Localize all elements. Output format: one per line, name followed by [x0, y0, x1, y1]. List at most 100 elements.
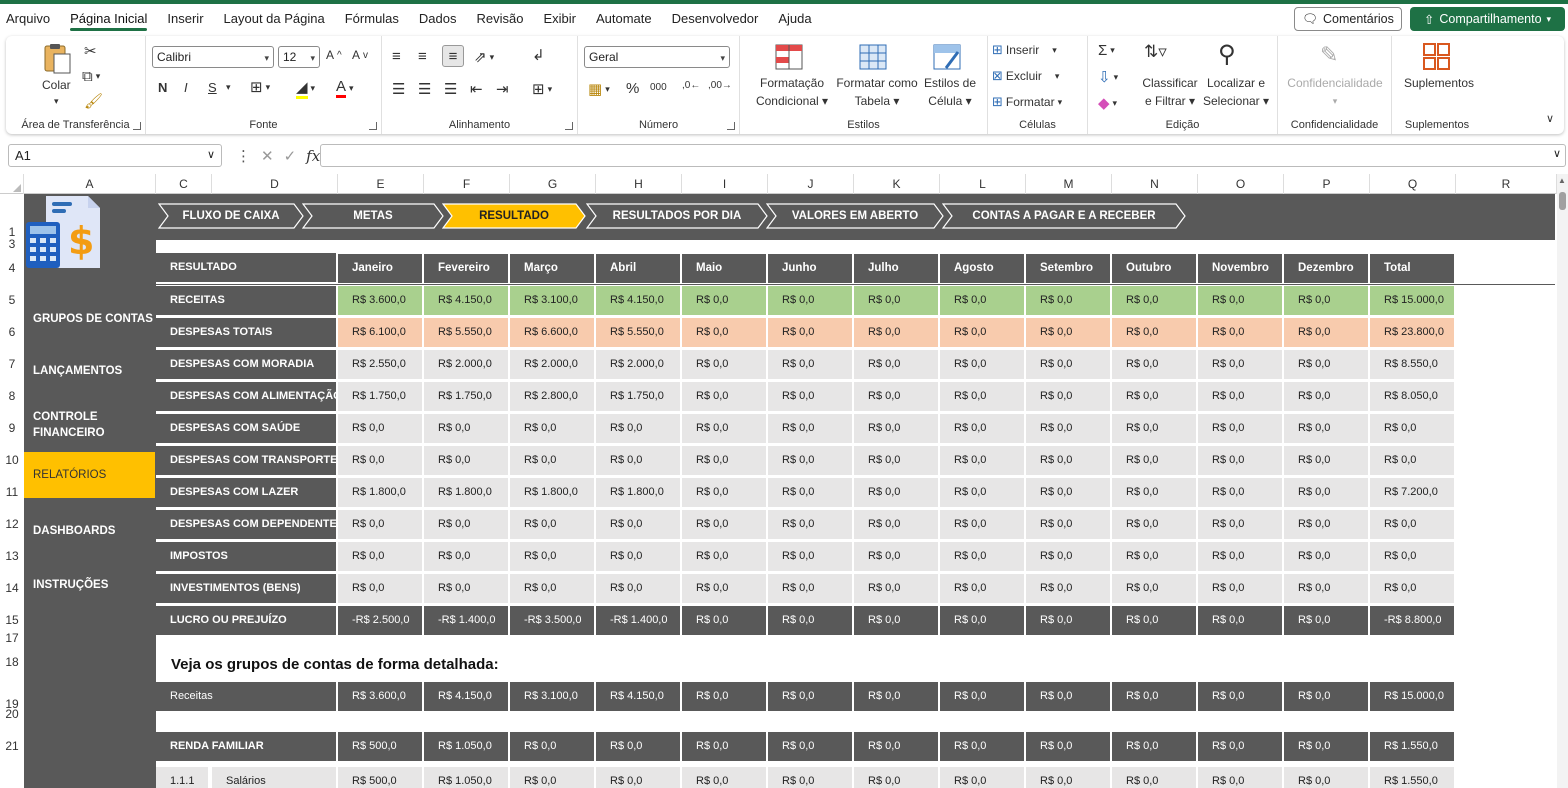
column-header-o[interactable]: O — [1198, 174, 1284, 194]
table-cell[interactable]: R$ 0,0 — [940, 446, 1024, 475]
format-painter-icon[interactable]: 🖌 — [84, 92, 103, 110]
fill-color-icon[interactable]: ◢ ▾ — [296, 78, 315, 99]
table-cell[interactable]: R$ 0,0 — [682, 574, 766, 603]
menu-item-8[interactable]: Automate — [586, 4, 662, 34]
currency-icon[interactable]: ▦ ▾ — [588, 80, 610, 98]
table-cell[interactable]: R$ 0,0 — [424, 574, 508, 603]
table-cell[interactable]: -R$ 1.400,0 — [424, 606, 508, 635]
table-cell[interactable]: R$ 0,0 — [424, 510, 508, 539]
table-cell[interactable]: R$ 0,0 — [1284, 446, 1368, 475]
table-cell[interactable]: R$ 0,0 — [940, 606, 1024, 635]
table-cell[interactable]: R$ 0,0 — [1112, 350, 1196, 379]
table-cell[interactable]: R$ 0,0 — [768, 382, 852, 411]
table-cell[interactable]: R$ 0,0 — [682, 382, 766, 411]
detail-cell[interactable]: R$ 500,0 — [338, 732, 422, 761]
detail-cell[interactable]: R$ 1.550,0 — [1370, 767, 1454, 788]
detail-cell[interactable]: R$ 0,0 — [1026, 732, 1110, 761]
table-cell[interactable]: R$ 0,0 — [682, 318, 766, 347]
delete-cells-button[interactable]: ⊠ Excluir ▾ — [992, 68, 1059, 84]
detail-cell[interactable]: R$ 0,0 — [596, 732, 680, 761]
table-cell[interactable]: R$ 0,0 — [1112, 542, 1196, 571]
row-header-5[interactable]: 5 — [0, 292, 24, 308]
table-cell[interactable]: R$ 7.200,0 — [1370, 478, 1454, 507]
detail-cell[interactable]: R$ 0,0 — [940, 767, 1024, 788]
thousands-icon[interactable]: 000 — [650, 82, 667, 93]
table-cell[interactable]: R$ 0,0 — [854, 318, 938, 347]
row-header-15[interactable]: 15 — [0, 612, 24, 628]
table-cell[interactable]: -R$ 8.800,0 — [1370, 606, 1454, 635]
detail-cell[interactable]: R$ 0,0 — [1112, 732, 1196, 761]
detail-cell[interactable]: R$ 0,0 — [854, 767, 938, 788]
menu-item-7[interactable]: Exibir — [533, 4, 586, 34]
table-cell[interactable]: R$ 0,0 — [768, 574, 852, 603]
nav-tab-3[interactable]: RESULTADOS POR DIA — [586, 203, 768, 229]
table-cell[interactable]: R$ 0,0 — [768, 350, 852, 379]
table-cell[interactable]: R$ 0,0 — [1370, 510, 1454, 539]
collapse-ribbon-icon[interactable]: ∨ — [1546, 112, 1554, 125]
menu-item-6[interactable]: Revisão — [467, 4, 534, 34]
detail-cell[interactable]: R$ 0,0 — [596, 767, 680, 788]
table-cell[interactable]: R$ 0,0 — [338, 446, 422, 475]
menu-item-10[interactable]: Ajuda — [768, 4, 821, 34]
scroll-up-icon[interactable]: ▲ — [1558, 176, 1566, 185]
nav-tab-5[interactable]: CONTAS A PAGAR E A RECEBER — [942, 203, 1186, 229]
nav-tab-1[interactable]: METAS — [302, 203, 444, 229]
find-select-icon[interactable]: ⚲ — [1218, 40, 1236, 69]
font-launcher-icon[interactable] — [369, 122, 377, 130]
orientation-icon[interactable]: ⇗ ▾ — [474, 48, 494, 66]
column-header-k[interactable]: K — [854, 174, 940, 194]
table-cell[interactable]: R$ 0,0 — [1198, 478, 1282, 507]
table-cell[interactable]: R$ 0,0 — [768, 606, 852, 635]
table-cell[interactable]: R$ 8.550,0 — [1370, 350, 1454, 379]
vertical-scrollbar[interactable]: ▲ — [1557, 174, 1568, 788]
table-cell[interactable]: R$ 1.750,0 — [596, 382, 680, 411]
clear-icon[interactable]: ◆ ▾ — [1098, 94, 1117, 112]
cut-icon[interactable]: ✂ — [84, 42, 97, 60]
table-cell[interactable]: R$ 0,0 — [682, 606, 766, 635]
table-cell[interactable]: R$ 0,0 — [424, 542, 508, 571]
table-cell[interactable]: R$ 0,0 — [940, 414, 1024, 443]
table-cell[interactable]: R$ 0,0 — [768, 510, 852, 539]
alignment-launcher-icon[interactable] — [565, 122, 573, 130]
table-cell[interactable]: R$ 0,0 — [1198, 350, 1282, 379]
menu-item-9[interactable]: Desenvolvedor — [662, 4, 769, 34]
detail-cell[interactable]: R$ 0,0 — [1198, 682, 1282, 711]
paste-button[interactable]: Colar — [42, 78, 71, 92]
detail-cell[interactable]: R$ 1.050,0 — [424, 767, 508, 788]
table-cell[interactable]: R$ 2.000,0 — [424, 350, 508, 379]
table-cell[interactable]: R$ 0,0 — [940, 318, 1024, 347]
table-cell[interactable]: R$ 0,0 — [854, 414, 938, 443]
table-cell[interactable]: R$ 2.800,0 — [510, 382, 594, 411]
decrease-font-icon[interactable]: Av — [352, 48, 368, 62]
menu-item-0[interactable]: Arquivo — [0, 4, 60, 34]
menu-item-3[interactable]: Layout da Página — [214, 4, 335, 34]
font-name-combo[interactable]: Calibri ▾ — [152, 46, 274, 68]
table-cell[interactable]: R$ 0,0 — [1026, 414, 1110, 443]
detail-cell[interactable]: R$ 0,0 — [682, 767, 766, 788]
row-header-10[interactable]: 10 — [0, 452, 24, 468]
detail-cell[interactable]: R$ 4.150,0 — [424, 682, 508, 711]
paste-icon[interactable] — [40, 42, 74, 74]
table-cell[interactable]: R$ 4.150,0 — [424, 286, 508, 315]
table-cell[interactable]: R$ 0,0 — [1198, 510, 1282, 539]
column-header-p[interactable]: P — [1284, 174, 1370, 194]
table-cell[interactable]: R$ 0,0 — [682, 542, 766, 571]
align-top-icon[interactable]: ≡ — [392, 48, 401, 65]
align-center-icon[interactable]: ☰ — [418, 80, 431, 98]
column-header-c[interactable]: C — [156, 174, 212, 194]
table-cell[interactable]: R$ 0,0 — [1112, 510, 1196, 539]
row-header-6[interactable]: 6 — [0, 324, 24, 340]
column-header-j[interactable]: J — [768, 174, 854, 194]
table-cell[interactable]: R$ 1.750,0 — [338, 382, 422, 411]
table-cell[interactable]: R$ 0,0 — [1112, 382, 1196, 411]
table-cell[interactable]: R$ 3.100,0 — [510, 286, 594, 315]
borders-icon[interactable]: ⊞ ▾ — [250, 78, 270, 96]
row-header-18[interactable]: 18 — [0, 654, 24, 670]
table-cell[interactable]: R$ 4.150,0 — [596, 286, 680, 315]
share-button[interactable]: ⇧ Compartilhamento ▾ — [1410, 7, 1565, 31]
nav-tab-0[interactable]: FLUXO DE CAIXA — [158, 203, 304, 229]
detail-cell[interactable]: R$ 0,0 — [510, 767, 594, 788]
column-header-g[interactable]: G — [510, 174, 596, 194]
table-cell[interactable]: R$ 0,0 — [596, 414, 680, 443]
table-cell[interactable]: R$ 0,0 — [1284, 478, 1368, 507]
